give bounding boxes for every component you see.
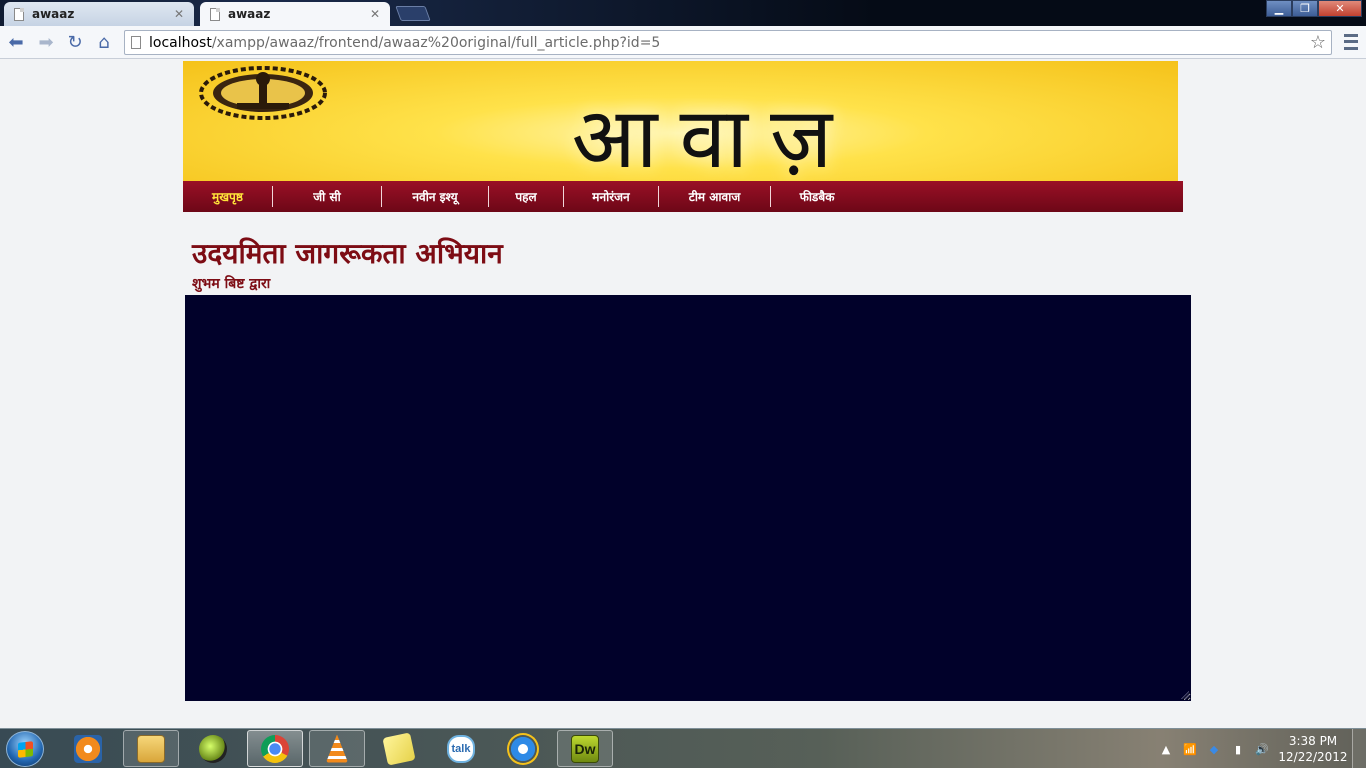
- article-byline: शुभम बिष्ट द्वारा: [192, 276, 271, 292]
- chrome-icon[interactable]: [247, 730, 303, 767]
- article-title: उदयमिता जागरूकता अभियान: [192, 237, 503, 270]
- explorer-icon[interactable]: [123, 730, 179, 767]
- page-icon: [14, 7, 24, 21]
- main-nav: मुखपृष्ठ जी सी नवीन इश्यू पहल मनोरंजन टी…: [183, 181, 1183, 212]
- clock-date: 12/22/2012: [1278, 750, 1348, 764]
- nav-item-feedback[interactable]: फीडबैक: [771, 186, 863, 207]
- alarm-clock-icon[interactable]: [185, 730, 241, 767]
- new-tab-button[interactable]: [395, 6, 431, 21]
- battery-icon[interactable]: ▮: [1230, 741, 1246, 757]
- forward-arrow-icon[interactable]: ➡: [34, 30, 58, 54]
- browser-tab-strip: awaaz ✕ awaaz ✕ ▁ ❐ ✕: [0, 0, 1366, 26]
- url-path: /xampp/awaaz/frontend/awaaz%20original/f…: [211, 34, 661, 51]
- article-body[interactable]: [185, 295, 1191, 701]
- tab-awaaz-1[interactable]: awaaz ✕: [4, 2, 194, 26]
- article-body-textarea[interactable]: [185, 295, 1191, 701]
- home-icon[interactable]: ⌂: [92, 30, 116, 54]
- nav-item-pahal[interactable]: पहल: [489, 186, 564, 207]
- show-hidden-icons-icon[interactable]: ▲: [1158, 741, 1174, 757]
- tab-title: awaaz: [32, 7, 75, 21]
- tab-title: awaaz: [228, 7, 271, 21]
- nav-item-team-awaaz[interactable]: टीम आवाज: [659, 186, 771, 207]
- page-icon: [131, 36, 141, 49]
- nav-item-gc[interactable]: जी सी: [273, 186, 382, 207]
- close-window-icon[interactable]: ✕: [1318, 0, 1362, 17]
- clock-time: 3:38 PM: [1288, 734, 1338, 748]
- url-host: localhost: [149, 34, 212, 51]
- talk-label: talk: [447, 734, 475, 763]
- dreamweaver-label: Dw: [571, 734, 599, 763]
- dreamweaver-icon[interactable]: Dw: [557, 730, 613, 767]
- windows-media-player-icon[interactable]: [60, 730, 116, 767]
- masthead: आवाज़: [571, 89, 855, 181]
- nav-item-home[interactable]: मुखपृष्ठ: [183, 186, 273, 207]
- page-icon: [210, 7, 220, 21]
- google-talk-icon[interactable]: talk: [433, 730, 489, 767]
- restore-icon[interactable]: ❐: [1292, 0, 1318, 17]
- start-button[interactable]: [6, 731, 44, 767]
- network-icon[interactable]: 📶: [1182, 741, 1198, 757]
- nav-item-new-issue[interactable]: नवीन इश्यू: [382, 186, 489, 207]
- system-tray: ▲ 📶 ◆ ▮ 🔊 3:38 PM 12/22/2012: [1154, 729, 1366, 768]
- vlc-icon[interactable]: [309, 730, 365, 767]
- close-icon[interactable]: ✕: [370, 7, 380, 21]
- dropbox-icon[interactable]: ◆: [1206, 741, 1222, 757]
- address-bar[interactable]: localhost /xampp/awaaz/frontend/awaaz%20…: [124, 30, 1332, 55]
- tab-awaaz-2[interactable]: awaaz ✕: [200, 2, 390, 26]
- internet-explorer-icon[interactable]: [495, 730, 551, 767]
- reload-icon[interactable]: ↻: [63, 30, 87, 54]
- star-icon[interactable]: ☆: [1310, 32, 1326, 53]
- wrench-menu-icon[interactable]: [1344, 32, 1358, 52]
- sticky-notes-icon[interactable]: [371, 730, 427, 767]
- windows-taskbar: talk Dw ▲ 📶 ◆ ▮ 🔊 3:38 PM 12/22/2012: [0, 728, 1366, 768]
- show-desktop-button[interactable]: [1352, 729, 1366, 768]
- browser-toolbar: ⬅ ➡ ↻ ⌂ localhost /xampp/awaaz/frontend/…: [0, 26, 1366, 59]
- back-arrow-icon[interactable]: ⬅: [4, 30, 28, 54]
- minimize-icon[interactable]: ▁: [1266, 0, 1292, 17]
- close-icon[interactable]: ✕: [174, 7, 184, 21]
- window-controls: ▁ ❐ ✕: [1266, 0, 1362, 17]
- institute-seal-logo: [199, 66, 327, 120]
- resize-grip-icon[interactable]: [1181, 691, 1189, 699]
- site-banner: आवाज़: [183, 61, 1178, 181]
- system-clock[interactable]: 3:38 PM 12/22/2012: [1274, 733, 1352, 765]
- volume-icon[interactable]: 🔊: [1254, 741, 1270, 757]
- nav-item-entertainment[interactable]: मनोरंजन: [564, 186, 659, 207]
